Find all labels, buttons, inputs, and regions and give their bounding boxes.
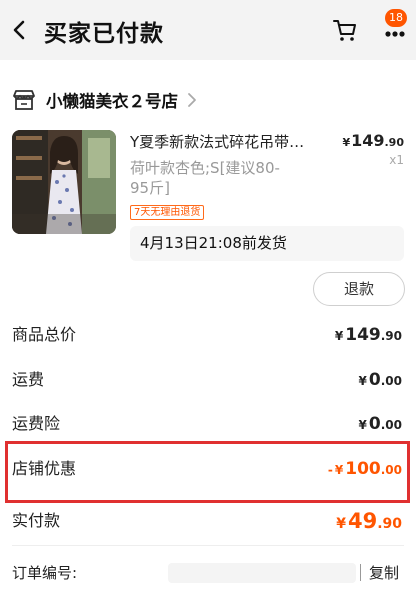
copy-button[interactable]: 复制	[369, 562, 399, 584]
product-price: ¥149.90	[342, 131, 404, 150]
highlight-box	[5, 441, 410, 503]
top-bar: 买家已付款 18	[0, 0, 416, 60]
shop-link[interactable]: 小懒猫美衣２号店	[12, 86, 198, 114]
order-number-label: 订单编号:	[12, 564, 78, 582]
shipping-fee-row: 运费 ¥0.00	[0, 366, 416, 396]
product-spec: 荷叶款杏色;S[建议80-95斤]	[130, 159, 280, 197]
cart-icon	[333, 20, 356, 41]
product-quantity: x1	[389, 153, 404, 167]
shipping-insurance-row: 运费险 ¥0.00	[0, 410, 416, 440]
actual-paid-row: 实付款 ¥49.90	[0, 507, 416, 537]
page-title: 买家已付款	[44, 21, 164, 47]
actual-paid-amount: ¥49.90	[336, 509, 402, 533]
separator	[360, 564, 361, 581]
order-number-value-redacted	[168, 563, 356, 583]
refund-button[interactable]: 退款	[313, 272, 405, 306]
cart-button[interactable]	[332, 17, 358, 43]
shipping-insurance-label: 运费险	[12, 414, 61, 433]
actual-paid-label: 实付款	[12, 511, 61, 530]
shipping-fee-label: 运费	[12, 370, 45, 389]
goods-total-label: 商品总价	[12, 325, 77, 344]
shop-icon	[13, 90, 35, 110]
shop-name: 小懒猫美衣２号店	[46, 92, 178, 111]
goods-total-row: 商品总价 ¥149.90	[0, 321, 416, 351]
back-arrow-icon	[13, 20, 25, 40]
product-title[interactable]: Y夏季新款法式碎花吊带…	[130, 131, 330, 152]
chevron-right-icon	[188, 93, 196, 107]
shipping-deadline-note: 4月13日21:08前发货	[130, 226, 404, 261]
return-policy-tag: 7天无理由退货	[130, 205, 205, 220]
back-button[interactable]	[8, 18, 30, 42]
goods-total-amount: ¥149.90	[334, 325, 402, 345]
shipping-insurance-amount: ¥0.00	[358, 414, 402, 434]
message-count-badge: 18	[385, 9, 407, 27]
shipping-fee-amount: ¥0.00	[358, 370, 402, 390]
product-image[interactable]	[12, 130, 116, 234]
divider	[12, 545, 404, 546]
